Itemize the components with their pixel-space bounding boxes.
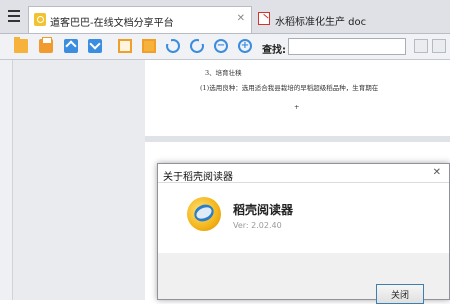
about-dialog: 关于稻壳阅读器 ✕ 稻壳阅读器 Ver: 2.02.40 关闭 bbox=[157, 163, 450, 304]
close-icon[interactable]: ✕ bbox=[433, 167, 441, 178]
tab-close-icon[interactable]: ✕ bbox=[237, 13, 245, 24]
print-icon[interactable] bbox=[39, 37, 53, 53]
tab-docin[interactable]: 道客巴巴-在线文档分享平台 ✕ bbox=[28, 6, 252, 33]
tab-document[interactable]: 水稻标准化生产 doc bbox=[254, 6, 450, 33]
rotate-left-icon[interactable] bbox=[166, 39, 180, 53]
toolbar: − + 查找: bbox=[0, 34, 450, 60]
tab-bar: 道客巴巴-在线文档分享平台 ✕ 水稻标准化生产 doc bbox=[0, 0, 450, 34]
tab-docin-title: 道客巴巴-在线文档分享平台 bbox=[50, 18, 174, 29]
fit-width-icon[interactable] bbox=[118, 39, 132, 53]
document-text-line: + bbox=[294, 103, 300, 111]
rotate-right-icon[interactable] bbox=[190, 39, 204, 53]
sidebar-panel[interactable] bbox=[0, 60, 13, 300]
menu-icon[interactable] bbox=[8, 10, 20, 22]
document-text-line: 3、培育壮秧 bbox=[205, 69, 242, 77]
next-page-icon[interactable] bbox=[88, 39, 102, 53]
zoom-out-icon[interactable]: − bbox=[214, 39, 228, 53]
document-page: 3、培育壮秧 (1)选用良种：选用适合我县栽培的早稻超级稻品种，生育期在 + bbox=[145, 60, 450, 136]
tab-document-title: 水稻标准化生产 doc bbox=[275, 17, 367, 28]
dialog-titlebar[interactable]: 关于稻壳阅读器 ✕ bbox=[158, 164, 449, 183]
find-previous-icon[interactable] bbox=[414, 39, 428, 53]
find-label: 查找: bbox=[262, 45, 286, 56]
fit-page-icon[interactable] bbox=[142, 39, 156, 53]
docin-logo-icon bbox=[34, 13, 46, 26]
previous-page-icon[interactable] bbox=[64, 39, 78, 53]
app-version: Ver: 2.02.40 bbox=[233, 221, 282, 230]
dialog-title: 关于稻壳阅读器 bbox=[163, 172, 233, 183]
dialog-content: 稻壳阅读器 Ver: 2.02.40 bbox=[158, 183, 449, 253]
find-next-icon[interactable] bbox=[432, 39, 446, 53]
open-folder-icon[interactable] bbox=[14, 37, 28, 53]
app-logo-icon bbox=[187, 197, 221, 231]
app-name: 稻壳阅读器 bbox=[233, 203, 294, 217]
document-text-line: (1)选用良种：选用适合我县栽培的早稻超级稻品种，生育期在 bbox=[200, 84, 379, 92]
zoom-in-icon[interactable]: + bbox=[238, 39, 252, 53]
pdf-file-icon bbox=[258, 12, 270, 25]
find-input[interactable] bbox=[288, 38, 406, 55]
close-button[interactable]: 关闭 bbox=[376, 284, 424, 304]
